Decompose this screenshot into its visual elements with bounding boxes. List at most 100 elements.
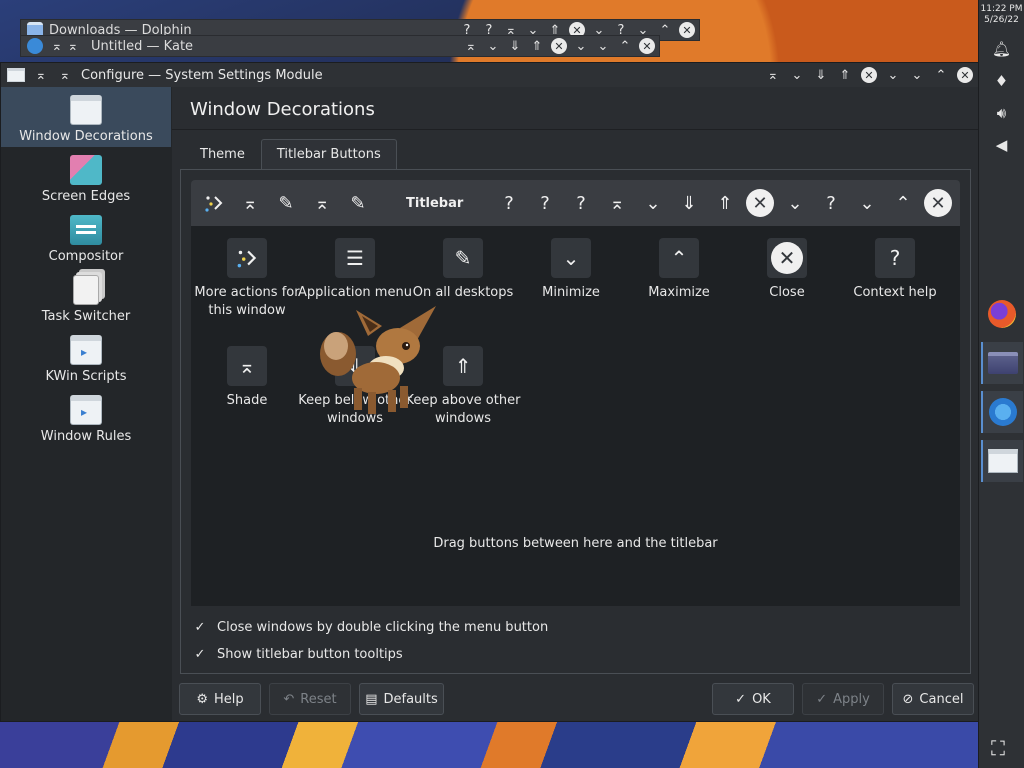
pool-item-more-actions[interactable]: More actions for this window bbox=[189, 238, 305, 320]
pool-item-shade[interactable]: ⌅ Shade bbox=[189, 346, 305, 410]
double-chevron-up-icon[interactable]: ⇑ bbox=[837, 67, 853, 83]
close-icon[interactable]: ✕ bbox=[639, 38, 655, 54]
system-panel: 11:22 PM 5/26/22 🔔︎ ♦ 🔊︎ ◀ ⛶ bbox=[978, 0, 1024, 768]
pool-item-on-all-desktops[interactable]: ✎ On all desktops bbox=[405, 238, 521, 302]
pool-item-close[interactable]: ✕ Close bbox=[729, 238, 845, 302]
close-double-click-checkbox[interactable]: ✓ Close windows by double clicking the m… bbox=[193, 620, 549, 635]
defaults-button-label: Defaults bbox=[383, 691, 438, 707]
checkmark-icon: ✓ bbox=[194, 647, 206, 662]
pool-item-label: Maximize bbox=[648, 285, 710, 300]
cancel-button[interactable]: ⊘ Cancel bbox=[892, 683, 974, 715]
titlebar-preview[interactable]: ⌅ ✎ ⌅ ✎ Titlebar ? ? ? ⌅ ⌄ ⇓ ⇑ ✕ ⌄ ? ⌄ ⌃… bbox=[191, 180, 960, 226]
reset-button[interactable]: ↶ Reset bbox=[269, 683, 351, 715]
app-launcher-icon[interactable]: ⛶ bbox=[991, 736, 1005, 760]
drag-hint: Drag buttons between here and the titleb… bbox=[433, 536, 718, 551]
pin-icon: ✎ bbox=[443, 238, 483, 278]
sidebar-item-compositor[interactable]: Compositor bbox=[1, 207, 171, 267]
system-tray: 🔔︎ ♦ 🔊︎ ◀ bbox=[979, 40, 1024, 154]
close-icon[interactable]: ✕ bbox=[679, 22, 695, 38]
pin-icon[interactable]: ✎ bbox=[343, 188, 373, 218]
keep-above-icon[interactable]: ⌅ bbox=[57, 67, 73, 83]
expand-tray-icon[interactable]: ◀ bbox=[996, 136, 1008, 154]
keep-above-icon: ⇑ bbox=[443, 346, 483, 386]
question-icon: ? bbox=[875, 238, 915, 278]
eevee-sprite[interactable] bbox=[316, 306, 442, 418]
chevron-down-icon[interactable]: ⌄ bbox=[573, 38, 589, 54]
help-button-label: Help bbox=[214, 691, 244, 707]
titlebar-buttons-panel: ⌅ ✎ ⌅ ✎ Titlebar ? ? ? ⌅ ⌄ ⇓ ⇑ ✕ ⌄ ? ⌄ ⌃… bbox=[180, 169, 971, 674]
ok-button[interactable]: ✓ OK bbox=[712, 683, 794, 715]
close-icon: ✕ bbox=[767, 238, 807, 278]
tab-titlebar-buttons[interactable]: Titlebar Buttons bbox=[260, 139, 397, 169]
double-chevron-down-icon[interactable]: ⇓ bbox=[507, 38, 523, 54]
chevron-down-icon[interactable]: ⌄ bbox=[885, 67, 901, 83]
lightbulb-icon[interactable]: ♦ bbox=[995, 72, 1008, 90]
shade-icon[interactable]: ⌅ bbox=[602, 188, 632, 218]
question-icon[interactable]: ? bbox=[566, 188, 596, 218]
window-title: Untitled — Kate bbox=[91, 38, 194, 54]
task-firefox[interactable] bbox=[981, 293, 1023, 335]
shade-icon[interactable]: ⌅ bbox=[307, 188, 337, 218]
window-icon[interactable] bbox=[7, 68, 25, 82]
chevron-up-icon[interactable]: ⌃ bbox=[933, 67, 949, 83]
chevron-down-icon[interactable]: ⌄ bbox=[485, 38, 501, 54]
show-tooltips-checkbox[interactable]: ✓ Show titlebar button tooltips bbox=[193, 647, 403, 662]
question-icon[interactable]: ? bbox=[530, 188, 560, 218]
defaults-button[interactable]: ▤ Defaults bbox=[359, 683, 444, 715]
window-titlebar[interactable]: ⌅ ⌅ Configure — System Settings Module ⌅… bbox=[1, 63, 979, 87]
sidebar-item-label: Task Switcher bbox=[41, 309, 131, 324]
close-icon[interactable]: ✕ bbox=[551, 38, 567, 54]
volume-icon[interactable]: 🔊︎ bbox=[997, 104, 1006, 122]
checkbox-label: Show titlebar button tooltips bbox=[217, 647, 403, 662]
question-icon[interactable]: ? bbox=[494, 188, 524, 218]
bell-icon[interactable]: 🔔︎ bbox=[992, 40, 1011, 58]
background-window-kate[interactable]: ⌅ ⌅ Untitled — Kate ⌅ ⌄ ⇓ ⇑ ✕ ⌄ ⌄ ⌃ ✕ bbox=[20, 35, 660, 57]
double-chevron-up-icon[interactable]: ⇑ bbox=[710, 188, 740, 218]
tab-theme[interactable]: Theme bbox=[184, 139, 261, 169]
double-chevron-down-icon[interactable]: ⇓ bbox=[813, 67, 829, 83]
system-settings-window: ⌅ ⌅ Configure — System Settings Module ⌅… bbox=[0, 62, 980, 722]
chevron-down-icon[interactable]: ⌄ bbox=[638, 188, 668, 218]
chevron-down-icon[interactable]: ⌄ bbox=[909, 67, 925, 83]
sidebar-item-screen-edges[interactable]: Screen Edges bbox=[1, 147, 171, 207]
chevron-up-icon[interactable]: ⌃ bbox=[617, 38, 633, 54]
keep-above-icon[interactable]: ⌅ bbox=[33, 67, 49, 83]
chevron-down-icon[interactable]: ⌄ bbox=[789, 67, 805, 83]
pool-item-maximize[interactable]: ⌃ Maximize bbox=[621, 238, 737, 302]
chevron-down-icon[interactable]: ⌄ bbox=[780, 188, 810, 218]
chevron-down-icon[interactable]: ⌄ bbox=[852, 188, 882, 218]
chevron-down-icon[interactable]: ⌄ bbox=[595, 38, 611, 54]
keep-above-icon[interactable]: ⌅ bbox=[463, 38, 479, 54]
close-icon[interactable]: ✕ bbox=[957, 67, 973, 83]
pool-item-application-menu[interactable]: ☰ Application menu bbox=[297, 238, 413, 302]
task-dolphin[interactable] bbox=[981, 342, 1023, 384]
chevron-up-icon[interactable]: ⌃ bbox=[888, 188, 918, 218]
sidebar-item-kwin-scripts[interactable]: KWin Scripts bbox=[1, 327, 171, 387]
sidebar-item-window-decorations[interactable]: Window Decorations bbox=[1, 87, 171, 147]
help-button[interactable]: ⚙ Help bbox=[179, 683, 261, 715]
question-icon[interactable]: ? bbox=[816, 188, 846, 218]
pool-item-minimize[interactable]: ⌄ Minimize bbox=[513, 238, 629, 302]
digital-clock[interactable]: 11:22 PM 5/26/22 bbox=[979, 4, 1024, 26]
checkmark-icon: ✓ bbox=[194, 620, 206, 635]
keep-above-icon[interactable]: ⌅ bbox=[65, 38, 81, 54]
sidebar-item-task-switcher[interactable]: Task Switcher bbox=[1, 267, 171, 327]
task-system-settings[interactable] bbox=[981, 440, 1023, 482]
close-icon[interactable]: ✕ bbox=[924, 189, 952, 217]
keep-above-icon[interactable]: ⌅ bbox=[765, 67, 781, 83]
apply-button[interactable]: ✓ Apply bbox=[802, 683, 884, 715]
task-kate[interactable] bbox=[981, 391, 1023, 433]
more-actions-icon[interactable] bbox=[199, 188, 229, 218]
pool-item-context-help[interactable]: ? Context help bbox=[837, 238, 953, 302]
shade-icon[interactable]: ⌅ bbox=[235, 188, 265, 218]
sidebar-item-label: KWin Scripts bbox=[45, 369, 127, 384]
sidebar-item-window-rules[interactable]: Window Rules bbox=[1, 387, 171, 447]
keep-above-icon[interactable]: ⌅ bbox=[49, 38, 65, 54]
close-icon[interactable]: ✕ bbox=[746, 189, 774, 217]
close-icon[interactable]: ✕ bbox=[861, 67, 877, 83]
cancel-button-label: Cancel bbox=[919, 691, 964, 707]
double-chevron-down-icon[interactable]: ⇓ bbox=[674, 188, 704, 218]
double-chevron-up-icon[interactable]: ⇑ bbox=[529, 38, 545, 54]
pin-icon[interactable]: ✎ bbox=[271, 188, 301, 218]
checkbox-label: Close windows by double clicking the men… bbox=[217, 620, 549, 635]
